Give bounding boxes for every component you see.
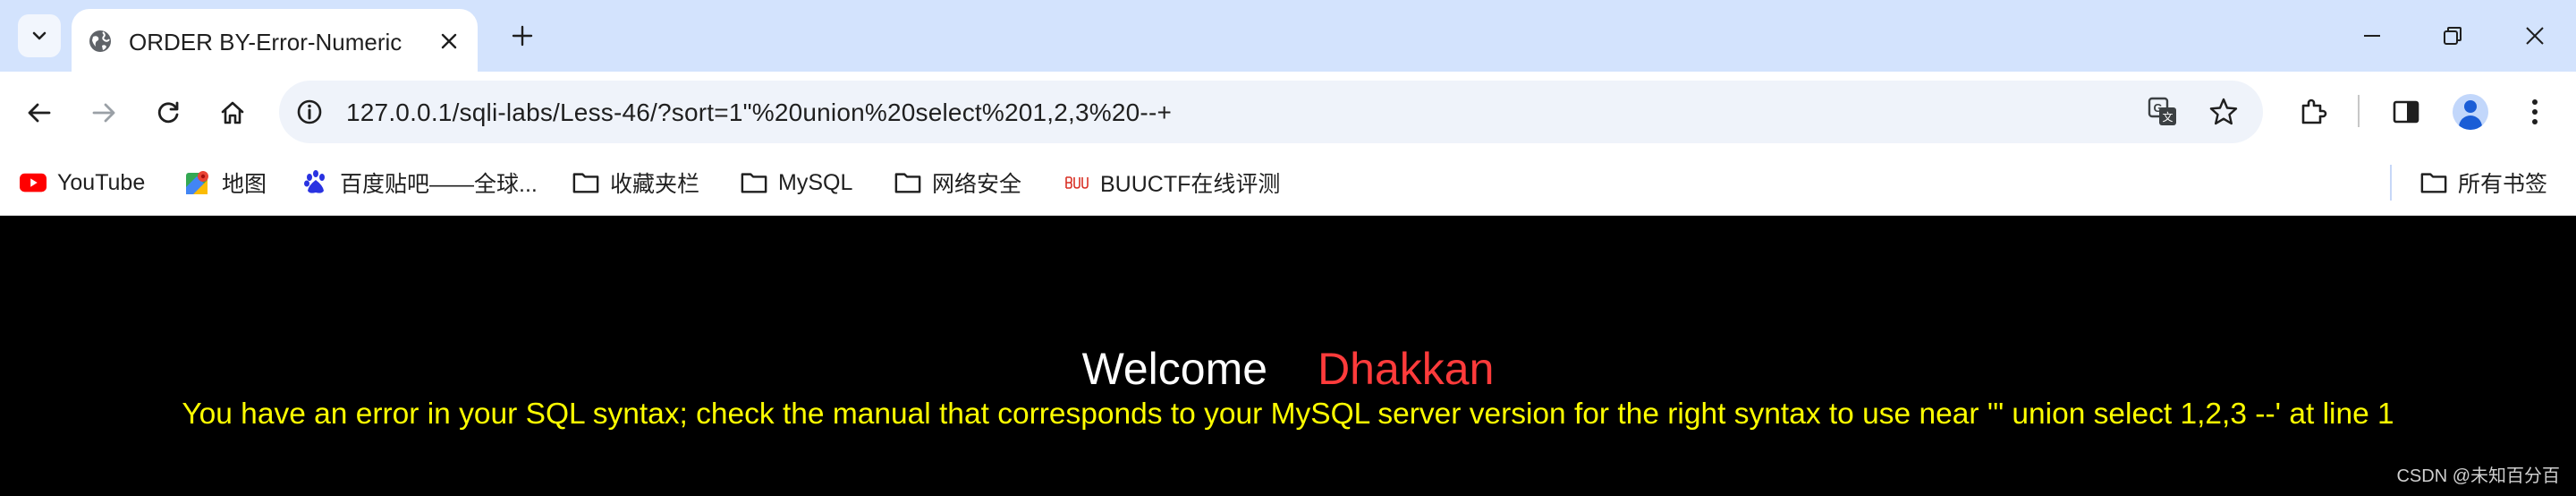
plus-icon [512,25,533,47]
bookmark-folder-mysql[interactable]: MySQL [741,165,852,201]
restore-icon [2444,27,2462,45]
site-info-button[interactable] [288,90,331,133]
close-window-button[interactable] [2508,14,2562,57]
home-icon [221,101,244,124]
maps-icon [184,169,211,196]
home-button[interactable] [211,91,254,134]
welcome-text: Welcome [1081,344,1268,394]
minimize-button[interactable] [2345,14,2399,57]
address-bar[interactable]: 127.0.0.1/sqli-labs/Less-46/?sort=1"%20u… [279,81,2263,143]
forward-button[interactable] [82,91,125,134]
extensions-button[interactable] [2292,90,2334,133]
sql-error-message: You have an error in your SQL syntax; ch… [182,398,2394,431]
tab-active[interactable]: ORDER BY-Error-Numeric [72,9,478,72]
back-button[interactable] [18,91,61,134]
baidu-icon [302,169,329,196]
profile-button[interactable] [2449,90,2492,133]
user-name: Dhakkan [1318,344,1495,394]
folder-icon [894,169,921,196]
browser-chrome: ORDER BY-Error-Numeric 127.0.0.1/sqli-la… [0,0,2576,216]
svg-text:文: 文 [2163,110,2174,124]
bookmark-youtube[interactable]: YouTube [20,165,145,201]
tab-strip: ORDER BY-Error-Numeric [0,0,2576,72]
buuctf-icon [1063,169,1089,196]
bookmark-label: BUUCTF在线评测 [1100,172,1281,197]
all-bookmarks-label: 所有书签 [2458,172,2548,197]
bookmark-star-button[interactable] [2202,90,2245,133]
bookmark-folder-favorites[interactable]: 收藏夹栏 [572,165,699,201]
bookmark-baidu-tieba[interactable]: 百度贴吧——全球... [302,165,538,201]
folder-icon [572,169,599,196]
more-vertical-icon [2532,99,2538,124]
bookmark-maps[interactable]: 地图 [184,165,267,201]
avatar [2453,94,2488,130]
watermark: CSDN @未知百分百 [2396,466,2560,486]
menu-button[interactable] [2513,90,2556,133]
side-panel-icon [2393,100,2419,124]
arrow-left-icon [28,103,51,123]
reload-button[interactable] [147,91,190,134]
puzzle-icon [2301,98,2327,124]
info-icon [297,99,322,124]
bookmark-label: 网络安全 [932,172,1022,197]
bookmarks-bar: YouTube 地图 百度贴吧——全球... 收藏夹栏 MySQL 网络安全 B… [0,152,2576,215]
side-panel-button[interactable] [2385,90,2428,133]
tab-close-button[interactable] [433,25,465,57]
chevron-down-icon [32,31,47,40]
globe-icon [89,30,111,52]
bookmark-label: 收藏夹栏 [610,172,700,197]
bookmark-folder-security[interactable]: 网络安全 [894,165,1021,201]
toolbar: 127.0.0.1/sqli-labs/Less-46/?sort=1"%20u… [0,72,2576,152]
welcome-line: Welcome Dhakkan [0,343,2576,395]
youtube-icon [20,169,47,196]
translate-icon: G 文 [2148,97,2176,125]
restore-button[interactable] [2426,14,2479,57]
bookmarks-divider [2390,165,2392,201]
star-icon [2209,98,2238,125]
toolbar-divider [2358,95,2360,127]
tab-title: ORDER BY-Error-Numeric [129,29,402,56]
bookmark-label: 地图 [222,172,267,197]
all-bookmarks-button[interactable]: 所有书签 [2420,165,2547,201]
bookmark-label: YouTube [57,169,146,195]
bookmark-label: MySQL [778,169,853,195]
translate-button[interactable]: G 文 [2141,90,2184,133]
reload-icon [157,101,179,124]
folder-icon [741,169,767,196]
new-tab-button[interactable] [501,14,544,57]
close-icon [441,33,457,49]
bookmark-buuctf[interactable]: BUUCTF在线评测 [1063,165,1280,201]
minimize-icon [2364,35,2380,37]
close-icon [2526,27,2544,45]
bookmark-label: 百度贴吧——全球... [340,172,538,197]
arrow-right-icon [92,103,115,123]
page-content: Welcome Dhakkan You have an error in your… [0,216,2576,496]
tab-search-button[interactable] [18,14,61,57]
url-text[interactable]: 127.0.0.1/sqli-labs/Less-46/?sort=1"%20u… [346,98,1172,127]
folder-icon [2420,169,2447,196]
